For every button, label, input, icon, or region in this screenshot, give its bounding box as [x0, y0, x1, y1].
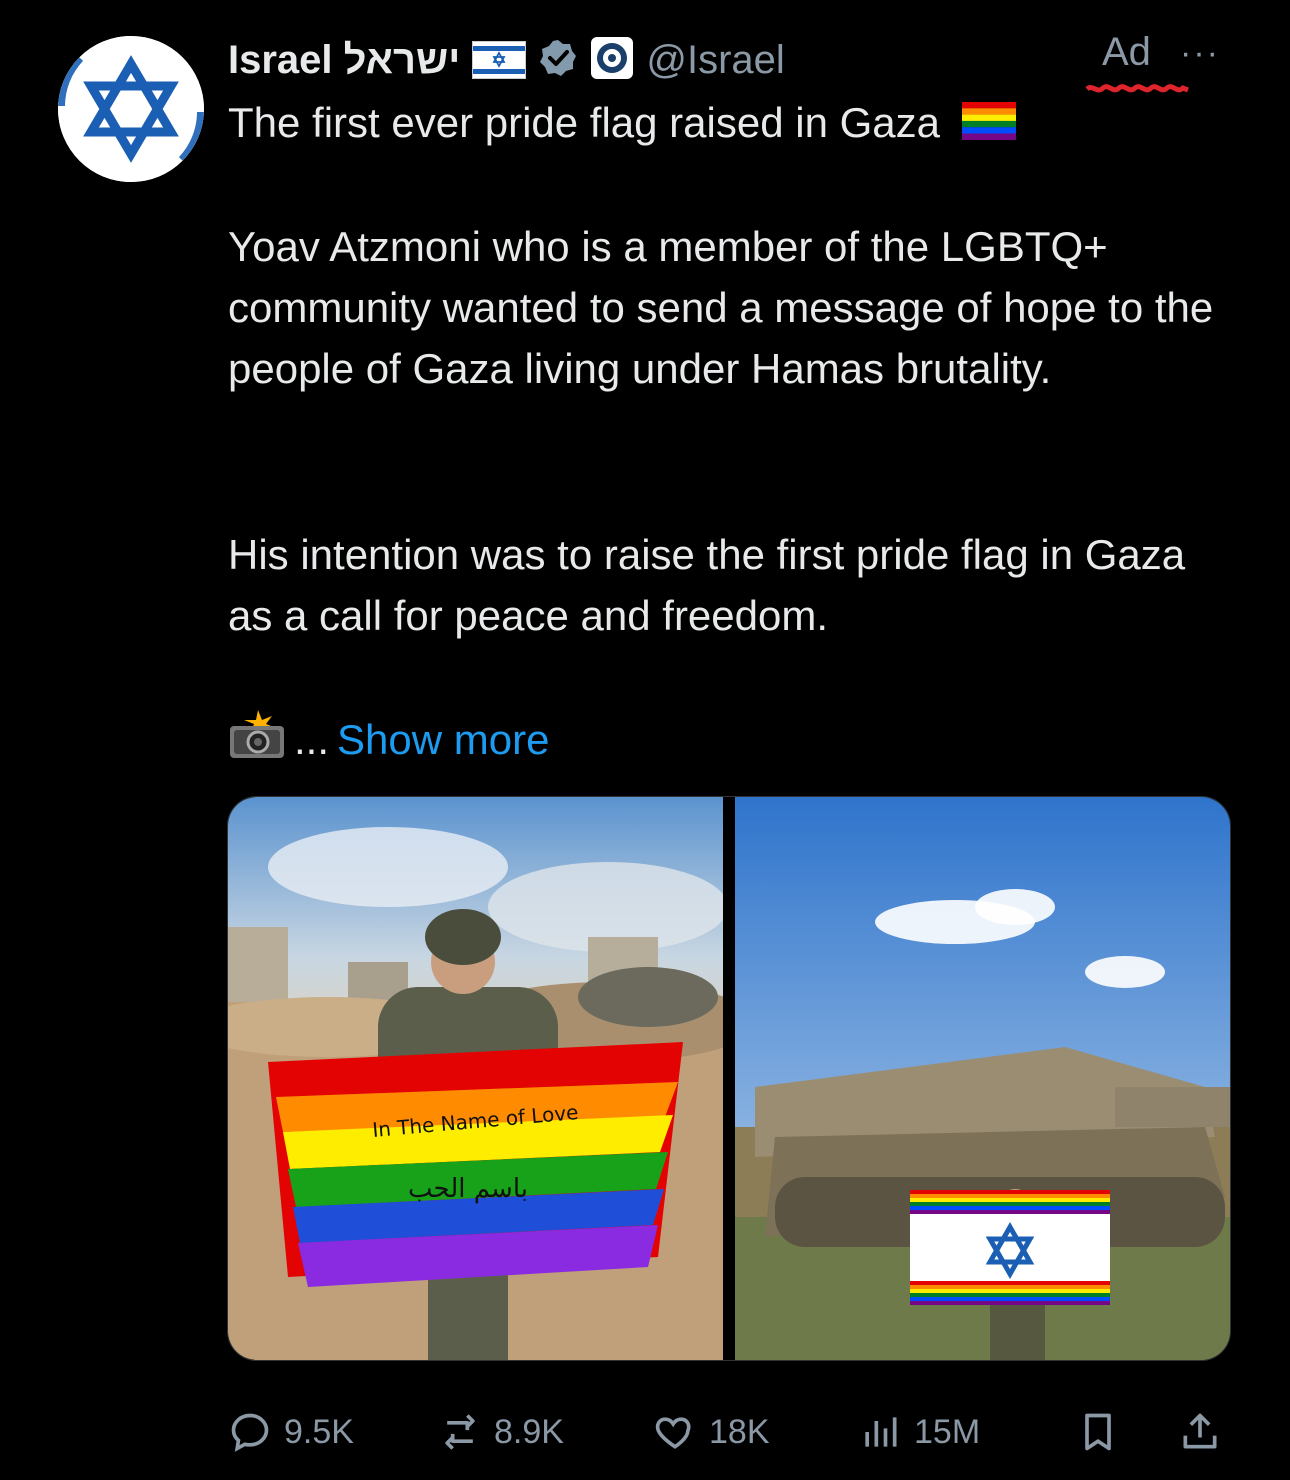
reply-bubble-icon [231, 1413, 269, 1452]
like-count: 18K [709, 1412, 770, 1451]
account-name[interactable]: Israel ישראל [228, 38, 460, 83]
reply-button[interactable]: 9.5K [228, 1410, 354, 1454]
photo-tank-with-israeli-pride-flag[interactable] [735, 797, 1230, 1360]
account-handle[interactable]: @Israel [646, 38, 784, 83]
camera-flash-emoji-icon [228, 710, 286, 770]
star-of-david-icon [58, 36, 204, 182]
tweet-paragraph-1: The first ever pride flag raised in Gaza [228, 99, 940, 146]
reply-count: 9.5K [284, 1412, 354, 1451]
view-count: 15M [914, 1412, 981, 1451]
tweet-actions: 9.5K 8.9K 18K 15M [228, 1410, 1228, 1480]
ad-label: Ad [1102, 30, 1151, 74]
tweet-header: Israel ישראל @Israel [228, 30, 785, 90]
views-button[interactable]: 15M [858, 1410, 980, 1454]
bar-chart-icon [865, 1417, 897, 1447]
repost-count: 8.9K [494, 1412, 564, 1451]
ellipsis: ... [294, 716, 330, 763]
bookmark-button[interactable] [1076, 1410, 1120, 1454]
show-more-row: ... Show more [228, 710, 549, 770]
tweet-text-line-1: The first ever pride flag raised in Gaza [228, 92, 1238, 156]
share-button[interactable] [1178, 1410, 1222, 1454]
government-affiliation-icon [590, 36, 634, 85]
tweet-paragraph-3: His intention was to raise the first pri… [228, 531, 1186, 639]
more-options-button[interactable]: ··· [1180, 34, 1220, 73]
tweet-paragraph-2: Yoav Atzmoni who is a member of the LGBT… [228, 223, 1214, 392]
repost-button[interactable]: 8.9K [438, 1410, 564, 1454]
heart-icon [655, 1417, 691, 1449]
bookmark-icon [1085, 1413, 1111, 1451]
share-icon [1183, 1413, 1217, 1449]
flag-handwriting-arabic: باسم الحب [408, 1174, 528, 1204]
repost-icon [445, 1414, 475, 1450]
rainbow-flag-emoji-icon [961, 95, 1016, 156]
media-grid: In The Name of Love باسم الحب [227, 796, 1231, 1361]
photo-soldier-with-pride-flag[interactable]: In The Name of Love باسم الحب [228, 797, 723, 1360]
verified-badge-icon [538, 38, 578, 83]
show-more-link[interactable]: Show more [337, 716, 549, 764]
israel-flag-icon [472, 41, 527, 79]
avatar[interactable] [58, 36, 204, 182]
like-button[interactable]: 18K [653, 1410, 770, 1454]
